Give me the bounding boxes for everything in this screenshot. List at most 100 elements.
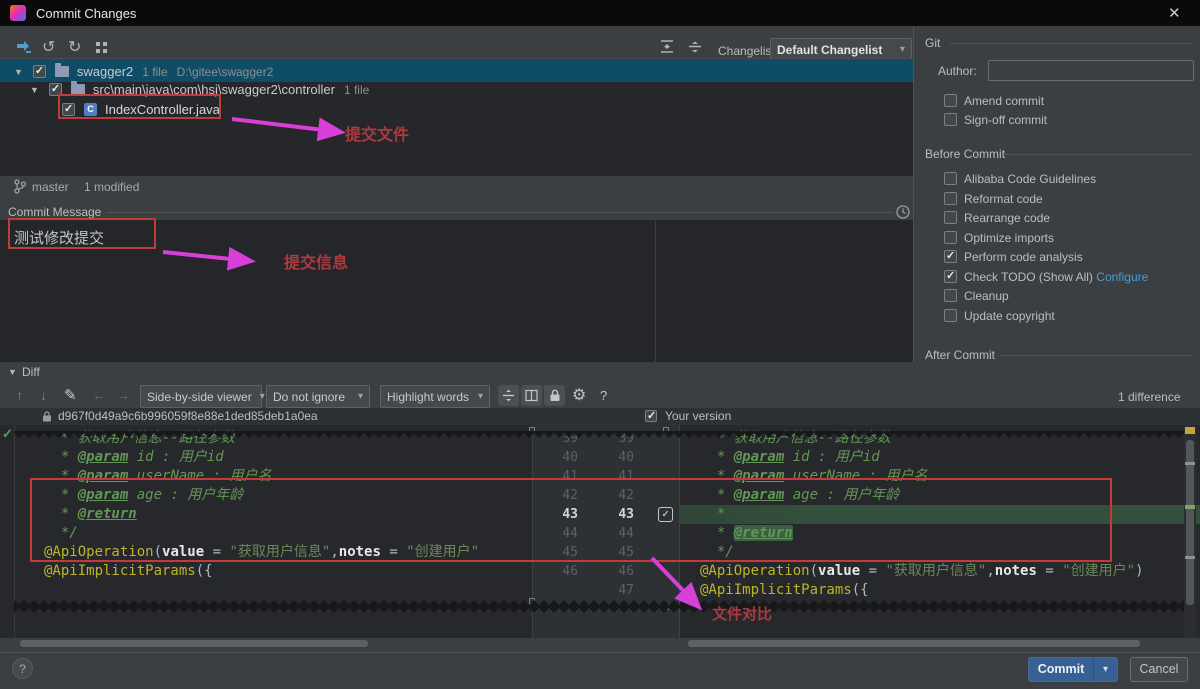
signoff-commit-checkbox[interactable] xyxy=(944,113,957,126)
collapse-unchanged-icon[interactable] xyxy=(498,385,519,406)
before-commit-checkbox[interactable] xyxy=(944,270,957,283)
stripe-marker[interactable] xyxy=(1185,462,1195,465)
separator xyxy=(950,43,1193,44)
error-stripe-marker[interactable] xyxy=(1185,427,1195,434)
stripe-marker[interactable] xyxy=(1185,556,1195,559)
annotation-label-file: 提交文件 xyxy=(345,121,409,145)
after-commit-title: After Commit xyxy=(925,348,995,362)
diff-collapse-icon[interactable]: ▼ xyxy=(8,367,17,377)
commit-button[interactable]: Commit ▾ xyxy=(1028,657,1118,682)
viewer-select-value: Side-by-side viewer xyxy=(147,390,252,404)
amend-commit-checkbox[interactable] xyxy=(944,94,957,107)
before-commit-option-label: Optimize imports xyxy=(964,231,1054,245)
gutter-row: 4646 xyxy=(532,562,680,581)
changelist-value: Default Changelist xyxy=(777,43,892,57)
collapse-all-icon[interactable] xyxy=(688,40,702,53)
refresh-icon[interactable]: ↻ xyxy=(68,37,81,57)
annotation-box-message xyxy=(8,218,156,249)
left-hscrollbar[interactable] xyxy=(20,640,368,647)
difference-count: 1 difference xyxy=(1118,390,1181,404)
panel-divider xyxy=(913,26,914,362)
module-name[interactable]: swagger2 xyxy=(77,64,133,79)
your-version-label: Your version xyxy=(665,409,731,423)
amend-commit-label: Amend commit xyxy=(964,94,1044,108)
lock-icon xyxy=(42,411,52,422)
stripe-marker[interactable] xyxy=(1185,505,1195,509)
help-icon[interactable]: ? xyxy=(600,388,607,403)
cancel-button[interactable]: Cancel xyxy=(1130,657,1188,682)
code-line: * @param id : 用户id xyxy=(700,448,1184,467)
annotation-label-message: 提交信息 xyxy=(284,249,348,273)
file-checkbox[interactable] xyxy=(33,65,46,78)
file-count: 1 file xyxy=(344,83,369,97)
annotation-box-file xyxy=(58,94,221,119)
rollback-icon[interactable]: ↺ xyxy=(42,37,55,57)
before-commit-checkbox[interactable] xyxy=(944,309,957,322)
gutter-row: 4040 xyxy=(532,448,680,467)
before-commit-checkbox[interactable] xyxy=(944,172,957,185)
separator xyxy=(1000,355,1193,356)
help-button[interactable]: ? xyxy=(12,658,33,679)
before-commit-checkbox[interactable] xyxy=(944,231,957,244)
edit-icon[interactable]: ✎ xyxy=(64,386,77,404)
commit-button-label[interactable]: Commit xyxy=(1029,658,1094,681)
chevron-expanded-icon[interactable]: ▼ xyxy=(14,67,23,77)
collapsed-region-band xyxy=(14,598,1184,615)
before-commit-option-label: Update copyright xyxy=(964,309,1055,323)
sync-scrolling-icon[interactable] xyxy=(521,385,542,406)
before-commit-checkbox[interactable] xyxy=(944,250,957,263)
your-version-checkbox[interactable] xyxy=(645,410,657,422)
folder-icon xyxy=(55,66,69,77)
previous-difference-icon[interactable]: ↑ xyxy=(16,387,23,403)
prev-file-icon[interactable]: ← xyxy=(92,387,106,403)
chevron-down-icon: ▾ xyxy=(260,391,265,402)
collapsed-region-edge xyxy=(14,425,1184,432)
gear-icon[interactable]: ⚙ xyxy=(572,385,586,405)
commit-options-icon[interactable]: ▾ xyxy=(1094,658,1117,681)
git-section-title: Git xyxy=(925,36,940,50)
diff-subheader: d967f0d49a9c6b996059f8e88e1ded85deb1a0ea… xyxy=(0,408,1200,425)
author-input[interactable] xyxy=(988,60,1194,81)
before-commit-option-label: Cleanup xyxy=(964,289,1009,303)
next-file-icon[interactable]: → xyxy=(116,387,130,403)
before-commit-option-label: Check TODO (Show All) Configure xyxy=(964,270,1148,284)
close-icon[interactable]: ✕ xyxy=(1168,4,1181,22)
revision-hash: d967f0d49a9c6b996059f8e88e1ded85deb1a0ea xyxy=(58,409,318,423)
before-commit-checkbox[interactable] xyxy=(944,289,957,302)
before-commit-checkbox[interactable] xyxy=(944,211,957,224)
configure-link[interactable]: Configure xyxy=(1093,270,1148,284)
tree-row-module[interactable]: ▼ swagger2 1 file D:\gitee\swagger2 xyxy=(14,62,273,81)
viewer-select[interactable]: Side-by-side viewer ▾ xyxy=(140,385,262,408)
expand-all-icon[interactable] xyxy=(660,40,674,53)
app-logo-icon xyxy=(10,5,26,21)
branch-name[interactable]: master xyxy=(32,180,69,194)
git-branch-icon xyxy=(14,179,26,194)
chevron-expanded-icon[interactable]: ▼ xyxy=(30,85,39,95)
annotation-box-diff xyxy=(30,478,1112,562)
title-bar: Commit Changes ✕ xyxy=(0,0,1200,26)
commit-changes-dialog: Commit Changes ✕ ↺ ↻ Changelist: Default… xyxy=(0,0,1200,689)
history-icon[interactable] xyxy=(896,205,910,219)
group-by-icon[interactable] xyxy=(96,42,107,53)
bottom-bar xyxy=(0,652,1200,689)
file-count: 1 file xyxy=(142,65,167,79)
commit-message-label: Commit Message xyxy=(8,205,101,219)
modified-count: 1 modified xyxy=(84,180,139,194)
code-line: * @param id : 用户id xyxy=(44,448,531,467)
whitespace-select[interactable]: Do not ignore ▾ xyxy=(266,385,370,408)
before-commit-option-label: Rearrange code xyxy=(964,211,1050,225)
show-diff-icon[interactable] xyxy=(16,40,32,54)
diff-section-title: Diff xyxy=(22,365,40,379)
highlight-select[interactable]: Highlight words ▾ xyxy=(380,385,490,408)
code-line: @ApiOperation(value = "获取用户信息",notes = "… xyxy=(700,562,1184,581)
annotation-label-diff: 文件对比 xyxy=(712,603,772,624)
right-hscrollbar[interactable] xyxy=(688,640,1140,647)
next-difference-icon[interactable]: ↓ xyxy=(40,387,47,403)
before-commit-option-label: Perform code analysis xyxy=(964,250,1083,264)
whitespace-select-value: Do not ignore xyxy=(273,390,350,404)
margin-guide xyxy=(655,220,656,362)
before-commit-title: Before Commit xyxy=(925,147,1005,161)
chevron-down-icon: ▾ xyxy=(358,391,363,402)
lock-icon[interactable] xyxy=(544,385,565,406)
before-commit-checkbox[interactable] xyxy=(944,192,957,205)
